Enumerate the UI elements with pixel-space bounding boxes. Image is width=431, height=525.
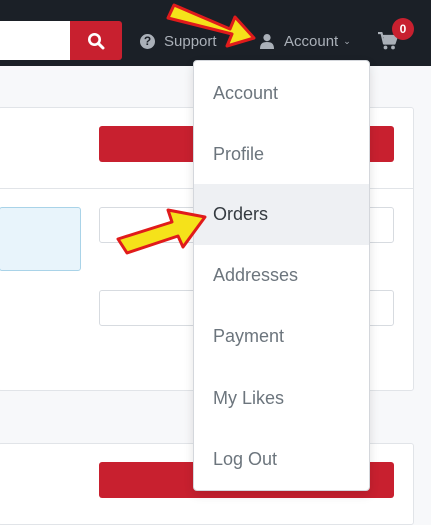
annotation-arrow-icon xyxy=(116,3,256,255)
